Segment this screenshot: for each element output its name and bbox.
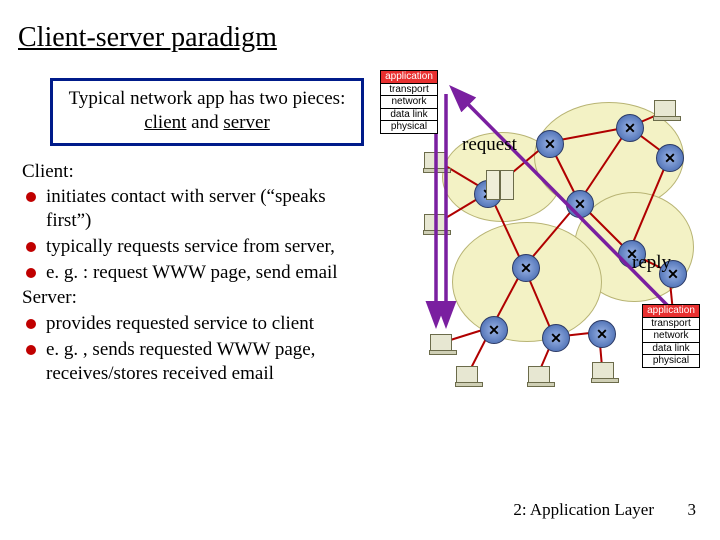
slide-title: Client-server paradigm: [0, 0, 720, 60]
left-column: Typical network app has two pieces: clie…: [22, 78, 374, 387]
server-heading: Server:: [22, 286, 374, 310]
stack-layer: physical: [643, 355, 699, 367]
subtitle-and: and: [186, 112, 223, 133]
right-column: application transport network data link …: [374, 78, 706, 387]
subtitle-client-word: client: [144, 112, 186, 133]
list-item: typically requests service from server,: [22, 235, 374, 259]
footer-page-number: 3: [688, 500, 697, 520]
body-text: Client: initiates contact with server (“…: [22, 160, 374, 386]
stack-layer: transport: [381, 84, 437, 97]
slide-content: Typical network app has two pieces: clie…: [0, 60, 720, 387]
list-item: e. g. : request WWW page, send email: [22, 261, 374, 285]
client-heading: Client:: [22, 160, 374, 184]
subtitle-prefix: Typical network app has two pieces:: [69, 88, 346, 109]
server-bullets: provides requested service to client e. …: [22, 312, 374, 385]
stack-layer: network: [643, 330, 699, 343]
list-item: provides requested service to client: [22, 312, 374, 336]
subtitle-box: Typical network app has two pieces: clie…: [50, 78, 364, 146]
footer-chapter: 2: Application Layer: [513, 500, 654, 520]
list-item: initiates contact with server (“speaks f…: [22, 185, 374, 233]
network-diagram: application transport network data link …: [374, 72, 704, 442]
stack-layer: transport: [643, 318, 699, 331]
list-item: e. g. , sends requested WWW page, receiv…: [22, 338, 374, 386]
client-bullets: initiates contact with server (“speaks f…: [22, 185, 374, 284]
protocol-stack-client: application transport network data link …: [380, 70, 438, 134]
stack-layer: network: [381, 96, 437, 109]
stack-layer: data link: [381, 109, 437, 122]
stack-layer: application: [381, 71, 437, 84]
reply-label: reply: [632, 252, 671, 274]
protocol-stack-server: application transport network data link …: [642, 304, 700, 368]
stack-layer: data link: [643, 343, 699, 356]
stack-layer: physical: [381, 121, 437, 133]
stack-layer: application: [643, 305, 699, 318]
request-label: request: [462, 134, 517, 156]
subtitle-server-word: server: [223, 112, 269, 133]
